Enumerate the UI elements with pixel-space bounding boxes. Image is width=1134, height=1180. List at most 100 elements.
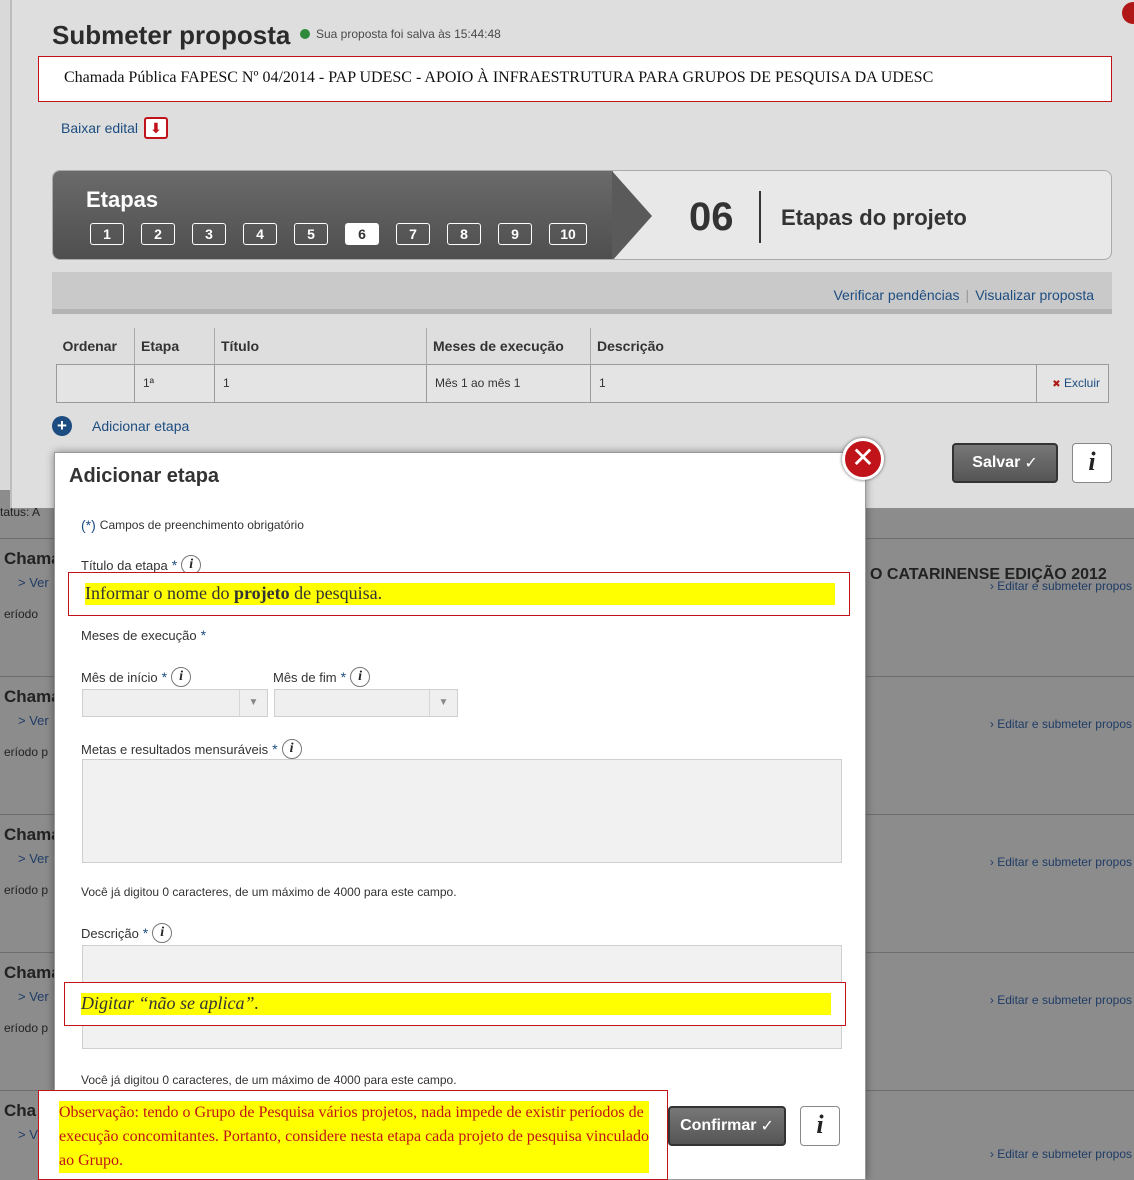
column-header-ordenar: Ordenar — [62, 337, 117, 354]
observacao-callout-text: Observação: tendo o Grupo de Pesquisa vá… — [59, 1101, 649, 1173]
list-item-title-fragment: O CATARINENSE EDIÇÃO 2012 — [870, 566, 1107, 583]
save-status: Sua proposta foi salva às 15:44:48 — [300, 27, 501, 41]
step-button-9[interactable]: 9 — [498, 223, 532, 245]
mes-fim-label: Mês de fim * i — [273, 667, 371, 687]
chevron-down-icon: ▼ — [429, 690, 457, 716]
table-header-row: Ordenar Etapa Título Meses de execução D… — [57, 328, 1109, 364]
descricao-callout: Digitar “não se aplica”. — [64, 982, 846, 1026]
cell-etapa: 1ª — [134, 363, 215, 403]
required-asterisk-icon: * — [200, 627, 207, 643]
ver-link[interactable]: > V — [18, 1127, 38, 1142]
current-step-number: 06 — [689, 195, 734, 239]
titulo-callout-text-post: de pesquisa. — [289, 583, 383, 603]
download-arrow-icon[interactable]: ⬇ — [144, 117, 169, 139]
step-button-7[interactable]: 7 — [396, 223, 430, 245]
step-button-6[interactable]: 6 — [345, 223, 379, 245]
periodo-label: eríodo — [4, 607, 39, 621]
editar-link[interactable]: › Editar e submeter propos — [990, 993, 1132, 1007]
mes-inicio-label-text: Mês de início — [81, 669, 158, 685]
add-etapa-modal: Adicionar etapa (*) Campos de preenchime… — [54, 452, 866, 1180]
cell-meses: Mês 1 ao mês 1 — [426, 363, 591, 403]
list-item-title: Chama — [4, 963, 61, 982]
confirm-button[interactable]: Confirmar ✓ — [668, 1106, 786, 1146]
chamada-title-callout: Chamada Pública FAPESC Nº 04/2014 - PAP … — [38, 56, 1112, 102]
info-icon[interactable]: i — [152, 923, 173, 943]
baixar-edital-label: Baixar edital — [61, 120, 139, 136]
column-header-meses: Meses de execução — [426, 328, 591, 364]
column-header-descricao: Descrição — [590, 328, 1037, 364]
step-button-3[interactable]: 3 — [192, 223, 226, 245]
cell-ordenar — [56, 363, 135, 403]
required-asterisk-icon: * — [161, 669, 168, 685]
plus-circle-icon[interactable]: + — [52, 416, 72, 436]
meses-execucao-label-text: Meses de execução — [81, 627, 197, 643]
actions-toolbar: Verificar pendências | Visualizar proposta — [52, 272, 1112, 314]
step-button-5[interactable]: 5 — [294, 223, 328, 245]
steps-navigator: Etapas 1 2 3 4 5 6 7 8 9 10 06 Etapas do… — [52, 170, 1112, 260]
ver-link[interactable]: > Ver — [18, 575, 49, 590]
step-button-4[interactable]: 4 — [243, 223, 277, 245]
verificar-pendencias-link[interactable]: Verificar pendências — [833, 287, 959, 303]
visualizar-proposta-link[interactable]: Visualizar proposta — [975, 287, 1094, 303]
step-button-1[interactable]: 1 — [90, 223, 124, 245]
ver-link[interactable]: > Ver — [18, 989, 49, 1004]
titulo-callout-highlight: Informar o nome do projeto de pesquisa. — [85, 583, 835, 605]
list-item-title: Chama — [4, 825, 61, 844]
separator: | — [965, 287, 970, 303]
metas-label-text: Metas e resultados mensuráveis — [81, 741, 269, 757]
info-button[interactable]: i — [1072, 443, 1112, 483]
baixar-edital-link[interactable]: Baixar edital ⬇ — [61, 117, 169, 139]
ver-link[interactable]: > Ver — [18, 851, 49, 866]
editar-link[interactable]: › Editar e submeter propos — [990, 1147, 1132, 1161]
step-button-2[interactable]: 2 — [141, 223, 175, 245]
descricao-label-text: Descrição — [81, 925, 139, 941]
confirm-button-label: Confirmar — [680, 1117, 757, 1134]
save-button[interactable]: Salvar ✓ — [952, 443, 1058, 483]
step-button-10[interactable]: 10 — [549, 223, 587, 245]
descricao-callout-text: Digitar “não se aplica”. — [81, 993, 831, 1015]
ver-link[interactable]: > Ver — [18, 713, 49, 728]
list-item-title: Cha — [4, 1101, 37, 1120]
mes-fim-label-text: Mês de fim — [273, 669, 337, 685]
add-etapa-link[interactable]: + Adicionar etapa — [52, 416, 189, 436]
column-header-titulo: Título — [214, 328, 427, 364]
submit-proposal-panel: Submeter proposta Sua proposta foi salva… — [10, 0, 1134, 508]
editar-link[interactable]: › Editar e submeter propos — [990, 717, 1132, 731]
info-icon[interactable]: i — [171, 667, 192, 687]
required-asterisk-icon: * — [171, 557, 178, 573]
steps-bar: Etapas 1 2 3 4 5 6 7 8 9 10 — [53, 171, 613, 259]
required-note: (*) Campos de preenchimento obrigatório — [81, 517, 304, 533]
checkmark-icon: ✓ — [1024, 455, 1038, 472]
mes-fim-select[interactable]: ▼ — [274, 689, 458, 717]
etapas-table: Ordenar Etapa Título Meses de execução D… — [56, 328, 1109, 403]
step-button-8[interactable]: 8 — [447, 223, 481, 245]
excluir-link[interactable]: ✖ Excluir — [1036, 363, 1109, 403]
current-step-title: Etapas do projeto — [781, 205, 967, 230]
add-etapa-label: Adicionar etapa — [92, 418, 190, 434]
divider — [759, 191, 761, 243]
cell-descricao: 1 — [590, 363, 1037, 403]
close-modal-button[interactable]: ✕ — [842, 438, 884, 480]
metas-label: Metas e resultados mensuráveis * i — [81, 739, 302, 759]
required-mark: (*) — [81, 517, 96, 533]
modal-title: Adicionar etapa — [69, 465, 220, 487]
table-row: 1ª 1 Mês 1 ao mês 1 1 ✖ Excluir — [56, 363, 1109, 403]
metas-textarea[interactable] — [82, 759, 842, 863]
periodo-label: eríodo p — [4, 745, 49, 759]
notification-dot — [1122, 2, 1134, 24]
page-title: Submeter proposta — [52, 20, 291, 50]
required-asterisk-icon: * — [340, 669, 347, 685]
save-button-label: Salvar — [972, 454, 1021, 471]
titulo-callout: Informar o nome do projeto de pesquisa. — [68, 572, 850, 616]
list-item-title: Chama — [4, 687, 61, 706]
steps-label: Etapas — [86, 187, 159, 212]
info-icon[interactable]: i — [350, 667, 371, 687]
info-button[interactable]: i — [800, 1106, 840, 1146]
required-asterisk-icon: * — [272, 741, 278, 757]
checkmark-icon: ✓ — [760, 1118, 774, 1135]
editar-link[interactable]: › Editar e submeter propos — [990, 855, 1132, 869]
titulo-etapa-label-text: Título da etapa — [81, 557, 168, 573]
mes-inicio-select[interactable]: ▼ — [82, 689, 268, 717]
steps-arrow-icon — [612, 171, 652, 259]
info-icon[interactable]: i — [281, 739, 302, 759]
